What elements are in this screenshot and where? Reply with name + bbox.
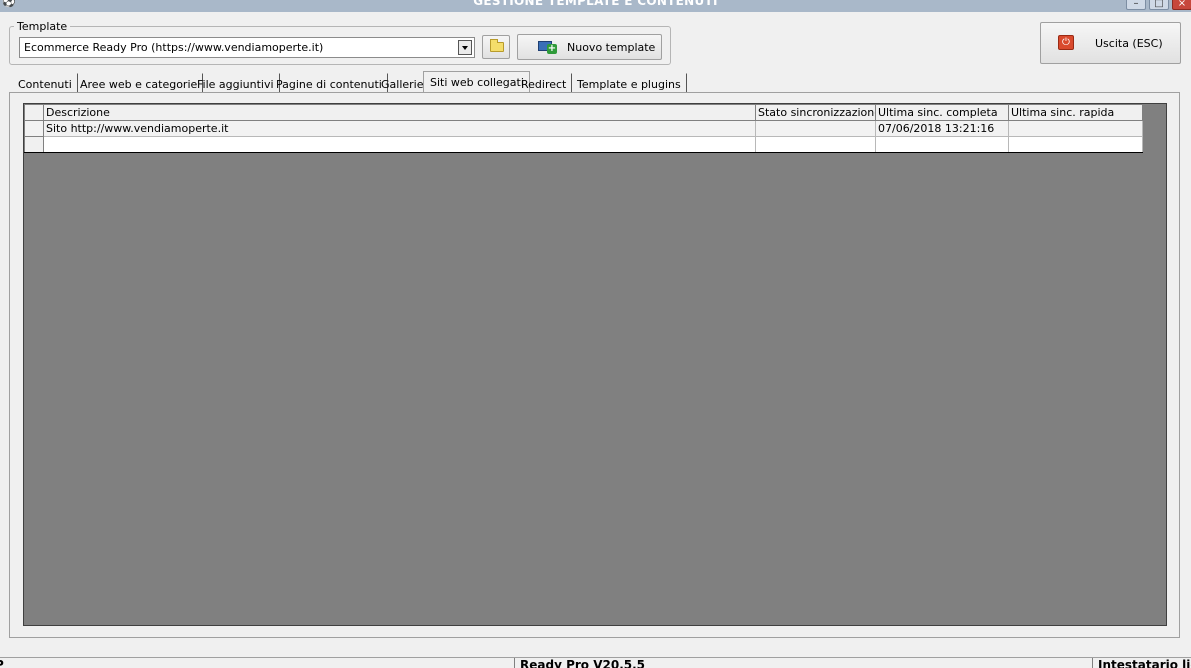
row-indicator[interactable] bbox=[24, 136, 44, 153]
tab-siti-web-collegati[interactable]: Siti web collegati bbox=[423, 71, 530, 93]
column-header-descrizione[interactable]: Descrizione bbox=[43, 104, 756, 121]
window-title: GESTIONE TEMPLATE E CONTENUTI bbox=[473, 0, 718, 8]
open-folder-button[interactable] bbox=[482, 35, 510, 59]
status-left-text: P bbox=[0, 658, 4, 668]
cell-ultima-sinc-rapida[interactable] bbox=[1008, 136, 1143, 153]
status-license-text: Intestatario licenza bbox=[1098, 658, 1191, 668]
exit-button[interactable]: ⏻ Uscita (ESC) bbox=[1040, 22, 1181, 64]
folder-icon bbox=[490, 39, 504, 52]
tab-aree-web-e-categorie[interactable]: Aree web e categorie bbox=[74, 73, 204, 93]
status-version: Ready Pro V20.5.5 bbox=[515, 658, 1092, 668]
close-button[interactable]: × bbox=[1172, 0, 1191, 10]
add-monitor-icon bbox=[538, 41, 557, 54]
title-bar: ⚽ GESTIONE TEMPLATE E CONTENUTI – □ × bbox=[0, 0, 1191, 12]
status-version-text: Ready Pro V20.5.5 bbox=[520, 658, 646, 668]
tab-contenuti[interactable]: Contenuti bbox=[12, 73, 78, 93]
new-template-label: Nuovo template bbox=[567, 41, 656, 54]
column-header-ultima-sinc-rapida[interactable]: Ultima sinc. rapida bbox=[1008, 104, 1143, 121]
power-icon: ⏻ bbox=[1058, 35, 1074, 50]
tab-gallerie[interactable]: Gallerie bbox=[375, 73, 430, 93]
column-header-stato-sincronizzazione[interactable]: Stato sincronizzazione bbox=[755, 104, 876, 121]
status-left: P bbox=[0, 658, 20, 668]
cell-descrizione[interactable] bbox=[43, 136, 756, 153]
grid-table: Descrizione Stato sincronizzazione Ultim… bbox=[24, 104, 1143, 153]
table-row[interactable]: Sito http://www.vendiamoperte.it 07/06/2… bbox=[24, 120, 1143, 137]
template-select-value: Ecommerce Ready Pro (https://www.vendiam… bbox=[24, 41, 324, 54]
grid-header-row: Descrizione Stato sincronizzazione Ultim… bbox=[24, 104, 1143, 121]
cell-stato-sincronizzazione[interactable] bbox=[755, 120, 876, 137]
tab-pagine-di-contenuti[interactable]: Pagine di contenuti bbox=[270, 73, 388, 93]
cell-ultima-sinc-completa[interactable] bbox=[875, 136, 1009, 153]
row-indicator[interactable] bbox=[24, 120, 44, 137]
status-bar: P Ready Pro V20.5.5 Intestatario licenza bbox=[0, 657, 1191, 668]
status-license: Intestatario licenza bbox=[1093, 658, 1191, 668]
table-row[interactable] bbox=[24, 136, 1143, 153]
linked-sites-grid[interactable]: Descrizione Stato sincronizzazione Ultim… bbox=[23, 103, 1167, 626]
tab-file-aggiuntivi[interactable]: File aggiuntivi bbox=[191, 73, 280, 93]
exit-button-label: Uscita (ESC) bbox=[1095, 37, 1163, 50]
new-template-button[interactable]: Nuovo template bbox=[517, 34, 662, 60]
tab-template-e-plugins[interactable]: Template e plugins bbox=[571, 73, 687, 93]
tab-redirect[interactable]: Redirect bbox=[515, 73, 573, 93]
cell-ultima-sinc-completa[interactable]: 07/06/2018 13:21:16 bbox=[875, 120, 1009, 137]
column-header-ultima-sinc-completa[interactable]: Ultima sinc. completa bbox=[875, 104, 1009, 121]
cell-stato-sincronizzazione[interactable] bbox=[755, 136, 876, 153]
cell-descrizione[interactable]: Sito http://www.vendiamoperte.it bbox=[43, 120, 756, 137]
cell-ultima-sinc-rapida[interactable] bbox=[1008, 120, 1143, 137]
dropdown-arrow-icon[interactable] bbox=[458, 40, 472, 55]
minimize-button[interactable]: – bbox=[1126, 0, 1146, 10]
maximize-button[interactable]: □ bbox=[1149, 0, 1169, 10]
template-select[interactable]: Ecommerce Ready Pro (https://www.vendiam… bbox=[19, 37, 475, 58]
template-group-legend: Template bbox=[14, 20, 71, 33]
row-indicator-header bbox=[24, 104, 44, 121]
